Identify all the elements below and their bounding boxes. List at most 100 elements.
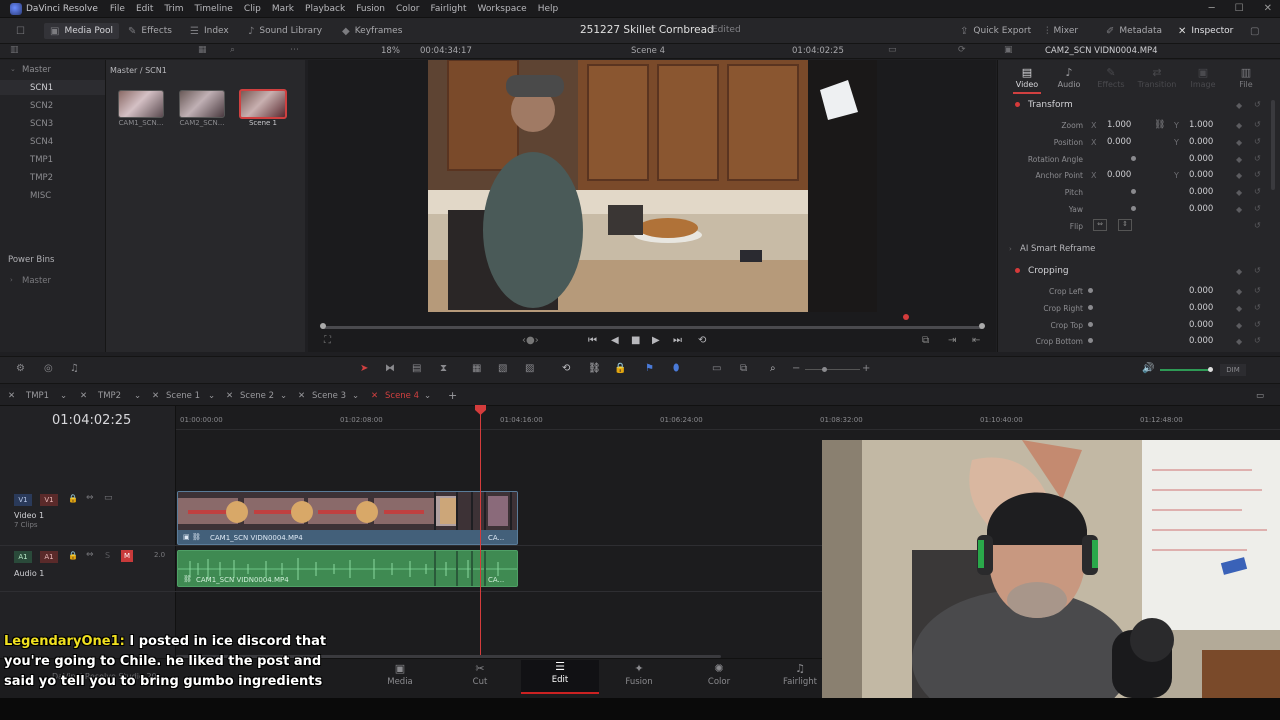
panel-toggle-icon[interactable]: ▢ [1250, 23, 1259, 39]
tabs-menu-icon[interactable]: ▭ [1256, 391, 1264, 401]
chevron-right-icon[interactable]: › [1009, 245, 1012, 253]
lock-icon[interactable]: 🔒 [68, 551, 78, 560]
flip-vertical-icon[interactable]: ⇕ [1118, 219, 1132, 231]
menu-playback[interactable]: Playback [305, 4, 345, 14]
index-button[interactable]: ☰ Index [190, 23, 229, 39]
crop-bottom-field[interactable]: 0.000 [1189, 336, 1213, 346]
more-options-icon[interactable]: ⋯ [290, 45, 299, 55]
pitch-field[interactable]: 0.000 [1189, 187, 1213, 197]
zoom-y-field[interactable]: 1.000 [1189, 120, 1213, 130]
tab-close-icon[interactable]: ✕ [298, 391, 305, 401]
keyframe-icon[interactable]: ◆ [1236, 121, 1242, 130]
mixer-button[interactable]: ⫶ Mixer [1046, 23, 1078, 39]
timeline-tab-tmp1[interactable]: TMP1 [26, 391, 49, 401]
stop-icon[interactable]: ■ [631, 335, 640, 346]
overwrite-clip-icon[interactable]: ▧ [498, 363, 507, 374]
quick-export-button[interactable]: ⇪ Quick Export [960, 23, 1031, 39]
track-enable-icon[interactable]: ▭ [104, 493, 113, 503]
position-x-field[interactable]: 0.000 [1107, 137, 1131, 147]
reset-icon[interactable]: ↺ [1254, 170, 1261, 179]
effects-button[interactable]: ✎ Effects [128, 23, 172, 39]
menu-file[interactable]: File [110, 4, 125, 14]
zoom-in-icon[interactable]: + [862, 363, 870, 374]
chevron-right-icon[interactable]: › [10, 276, 13, 284]
bin-scn2[interactable]: SCN2 [30, 101, 53, 111]
play-icon[interactable]: ▶ [652, 335, 660, 346]
rotation-field[interactable]: 0.000 [1189, 154, 1213, 164]
timeline-tab-scene-1[interactable]: Scene 1 [166, 391, 200, 401]
timeline-thumbnail[interactable] [239, 89, 287, 119]
reset-icon[interactable]: ↺ [1254, 221, 1261, 230]
page-fusion[interactable]: ✦ Fusion [609, 662, 669, 687]
yaw-slider[interactable] [1131, 206, 1136, 211]
media-pool-button[interactable]: ▣ Media Pool [44, 23, 119, 39]
inspector-scrollbar[interactable] [1271, 100, 1275, 190]
page-edit[interactable]: ☰ Edit [521, 660, 599, 694]
zoom-slider-track[interactable] [805, 369, 860, 370]
chevron-down-icon[interactable]: ⌄ [424, 391, 431, 401]
trim-tool-icon[interactable]: ⧓ [385, 363, 395, 374]
yaw-field[interactable]: 0.000 [1189, 204, 1213, 214]
timeline-tab-scene-3[interactable]: Scene 3 [312, 391, 346, 401]
viewer-zoom[interactable]: 18% [381, 46, 400, 56]
chevron-down-icon[interactable]: ⌄ [134, 391, 141, 401]
viewer-scrubber[interactable] [322, 326, 982, 329]
tab-video[interactable]: ▤ Video [1007, 66, 1047, 94]
out-point-handle[interactable] [979, 323, 985, 329]
zoom-slider-handle[interactable] [822, 367, 827, 372]
zoom-out-icon[interactable]: − [792, 363, 800, 374]
lock-icon[interactable]: 🔒 [68, 494, 78, 503]
solo-button[interactable]: S [105, 551, 110, 560]
loop-icon[interactable]: ⟲ [698, 335, 706, 346]
track-name-audio-1[interactable]: Audio 1 [14, 569, 44, 578]
marker-icon[interactable]: ⬮ [673, 363, 679, 374]
timeline-selector[interactable]: Scene 4 [631, 46, 665, 56]
sound-library-button[interactable]: ♪ Sound Library [248, 23, 322, 39]
step-back-icon[interactable]: ◀ [611, 335, 619, 346]
flip-horizontal-icon[interactable]: ⇔ [1093, 219, 1107, 231]
track-a1-label[interactable]: A1 [40, 551, 58, 563]
match-frame-icon[interactable]: ⧉ [922, 335, 929, 346]
tab-audio[interactable]: ♪ Audio [1049, 66, 1089, 89]
tab-transition[interactable]: ⇄ Transition [1137, 66, 1177, 89]
minimize-button[interactable]: ─ [1209, 3, 1215, 14]
menu-edit[interactable]: Edit [136, 4, 153, 14]
crop-top-slider[interactable] [1088, 322, 1093, 327]
reset-icon[interactable]: ↺ [1254, 320, 1261, 329]
tab-close-icon[interactable]: ✕ [226, 391, 233, 401]
jog-icon[interactable]: ‹●› [522, 335, 539, 346]
reset-icon[interactable]: ↺ [1254, 204, 1261, 213]
viewer-options-icon[interactable]: ⛶ [324, 335, 331, 346]
reset-icon[interactable]: ↺ [1254, 336, 1261, 345]
detail-zoom-icon[interactable]: ⧉ [740, 363, 747, 374]
keyframe-icon[interactable]: ◆ [1236, 188, 1242, 197]
keyframe-icon[interactable]: ◆ [1236, 287, 1242, 296]
page-fairlight[interactable]: ♫ Fairlight [770, 662, 830, 687]
reset-icon[interactable]: ↺ [1254, 266, 1261, 275]
go-to-start-icon[interactable]: ⏮ [588, 335, 597, 346]
rotation-slider[interactable] [1131, 156, 1136, 161]
menu-fairlight[interactable]: Fairlight [430, 4, 466, 14]
custom-zoom-icon[interactable]: ⌕ [770, 363, 776, 374]
timeline-tab-scene-4[interactable]: Scene 4 [385, 391, 419, 401]
workspace-icon[interactable]: ☐ [16, 23, 25, 39]
tab-effects[interactable]: ✎ Effects [1091, 66, 1131, 89]
auto-select-icon[interactable]: ⇔ [86, 550, 94, 560]
tab-file[interactable]: ▥ File [1226, 66, 1266, 89]
chevron-down-icon[interactable]: ⌄ [352, 391, 359, 401]
panel-layout-icon[interactable]: ▥ [10, 45, 19, 55]
timeline-layout-icon[interactable]: ⚙ [16, 363, 25, 374]
dynamic-trim-icon[interactable]: ▤ [412, 363, 421, 374]
bin-scn4[interactable]: SCN4 [30, 137, 53, 147]
reset-icon[interactable]: ↺ [1254, 137, 1261, 146]
keyframes-button[interactable]: ◆ Keyframes [342, 23, 402, 39]
bin-master[interactable]: Master [22, 65, 51, 75]
keyframe-icon[interactable]: ◆ [1236, 155, 1242, 164]
link-icon[interactable]: ⛓ [1154, 120, 1165, 130]
page-media[interactable]: ▣ Media [370, 662, 430, 687]
go-to-end-icon[interactable]: ⏭ [673, 335, 682, 346]
crop-right-slider[interactable] [1088, 305, 1093, 310]
anchor-x-field[interactable]: 0.000 [1107, 170, 1131, 180]
keyframe-icon[interactable]: ◆ [1236, 337, 1242, 346]
page-color[interactable]: ✺ Color [689, 662, 749, 687]
